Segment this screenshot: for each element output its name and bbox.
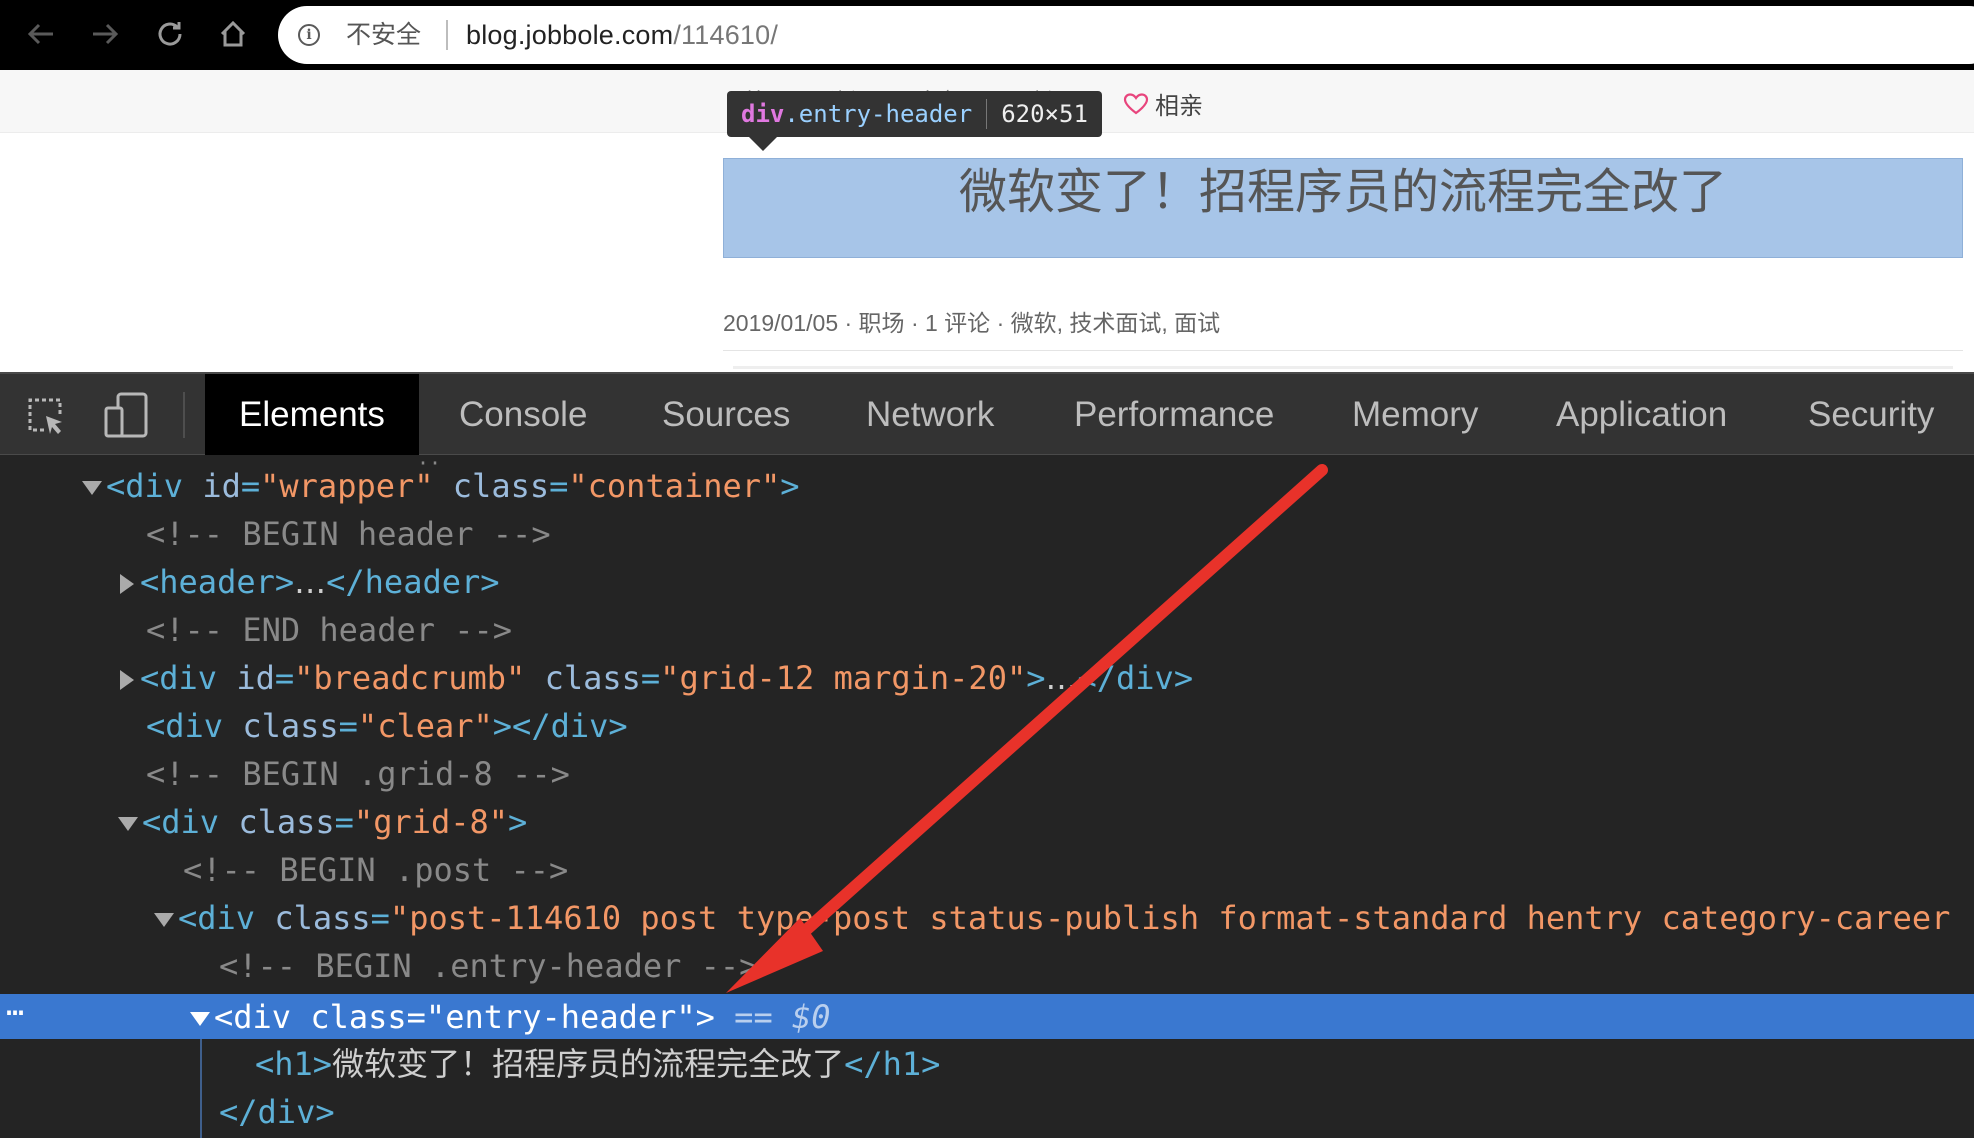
dom-node-post[interactable]: <div class="post-114610 post type-post s… bbox=[154, 895, 1950, 941]
tab-application[interactable]: Application bbox=[1522, 374, 1761, 456]
nav-love-label: 相亲 bbox=[1155, 93, 1203, 120]
inspect-element-icon[interactable] bbox=[24, 394, 68, 438]
tooltip-tag: div bbox=[741, 100, 785, 128]
post-title: 微软变了！招程序员的流程完全改了 bbox=[958, 164, 1727, 220]
expand-triangle-icon[interactable] bbox=[120, 670, 134, 690]
url-host: blog.jobbole.com bbox=[466, 20, 674, 50]
collapse-triangle-icon[interactable] bbox=[82, 481, 102, 495]
collapse-triangle-icon[interactable] bbox=[154, 913, 174, 927]
dom-comment[interactable]: <!-- BEGIN .post --> bbox=[183, 847, 568, 893]
forward-arrow-icon[interactable] bbox=[85, 14, 125, 54]
dom-node-h1[interactable]: <h1>微软变了！招程序员的流程完全改了</h1> bbox=[255, 1041, 940, 1087]
dom-node-clear[interactable]: <div class="clear"></div> bbox=[146, 703, 628, 749]
tab-network[interactable]: Network bbox=[832, 374, 1028, 456]
meta-divider bbox=[723, 350, 1963, 351]
address-bar[interactable]: i 不安全 blog.jobbole.com/114610/ bbox=[278, 6, 1974, 64]
nav-item-dating[interactable]: 相亲 bbox=[1123, 86, 1203, 121]
tab-sources[interactable]: Sources bbox=[628, 374, 824, 456]
indent-guide bbox=[200, 1039, 202, 1138]
meta-divider-secondary bbox=[733, 366, 1953, 369]
tab-console[interactable]: Console bbox=[425, 374, 621, 456]
tab-elements[interactable]: Elements bbox=[205, 374, 419, 456]
reload-icon[interactable] bbox=[150, 14, 190, 54]
dom-node-close-div[interactable]: </div> bbox=[219, 1089, 335, 1135]
info-icon[interactable]: i bbox=[298, 24, 320, 46]
selected-dom-node[interactable]: … <div class="entry-header"> == $0 bbox=[0, 988, 1974, 1040]
tooltip-size: 620×51 bbox=[1001, 100, 1088, 128]
page-viewport: 首页 资讯 文章 资源 相亲 微软变了！招程序员的流程完全改了 div.entr… bbox=[0, 70, 1974, 372]
tooltip-divider bbox=[986, 99, 988, 129]
tab-memory[interactable]: Memory bbox=[1318, 374, 1512, 456]
dom-node-wrapper[interactable]: <div id="wrapper" class="container"> bbox=[82, 463, 800, 509]
dom-node-grid8[interactable]: <div class="grid-8"> bbox=[118, 799, 527, 845]
url-divider bbox=[446, 20, 448, 50]
url-path: /114610/ bbox=[673, 20, 779, 50]
toolbar-separator bbox=[183, 392, 185, 438]
post-meta: 2019/01/05 · 职场 · 1 评论 · 微软, 技术面试, 面试 bbox=[723, 310, 1221, 336]
tab-performance[interactable]: Performance bbox=[1040, 374, 1308, 456]
home-icon[interactable] bbox=[213, 14, 253, 54]
dom-comment[interactable]: <!-- END header --> bbox=[146, 607, 512, 653]
tab-security[interactable]: Security bbox=[1774, 374, 1968, 456]
more-actions-icon[interactable]: … bbox=[6, 988, 24, 1023]
dom-comment[interactable]: <!-- BEGIN .entry-header --> bbox=[219, 943, 758, 989]
back-arrow-icon[interactable] bbox=[21, 14, 61, 54]
security-label[interactable]: 不安全 bbox=[346, 20, 421, 50]
inspect-tooltip: div .entry-header 620×51 bbox=[727, 91, 1102, 151]
dom-node-header[interactable]: <header>…</header> bbox=[120, 559, 500, 605]
dom-node-entry-header[interactable]: <div class="entry-header"> == $0 bbox=[190, 994, 831, 1040]
device-toolbar-icon[interactable] bbox=[102, 390, 152, 440]
devtools-toolbar: Elements Console Sources Network Perform… bbox=[0, 372, 1974, 456]
dom-comment[interactable]: <!-- BEGIN header --> bbox=[146, 511, 551, 557]
url-text[interactable]: blog.jobbole.com/114610/ bbox=[466, 19, 778, 51]
collapse-triangle-icon[interactable] bbox=[118, 817, 138, 831]
dom-node-breadcrumb[interactable]: <div id="breadcrumb" class="grid-12 marg… bbox=[120, 655, 1193, 701]
collapse-triangle-icon[interactable] bbox=[190, 1012, 210, 1026]
selected-marker: == $0 bbox=[734, 998, 831, 1036]
browser-toolbar: i 不安全 blog.jobbole.com/114610/ bbox=[0, 0, 1974, 70]
expand-triangle-icon[interactable] bbox=[120, 574, 134, 594]
elements-tree: ·· <div id="wrapper" class="container"> … bbox=[0, 455, 1974, 1138]
tooltip-class: .entry-header bbox=[784, 100, 973, 128]
heart-icon bbox=[1123, 92, 1149, 114]
dom-comment[interactable]: <!-- BEGIN .grid-8 --> bbox=[146, 751, 570, 797]
